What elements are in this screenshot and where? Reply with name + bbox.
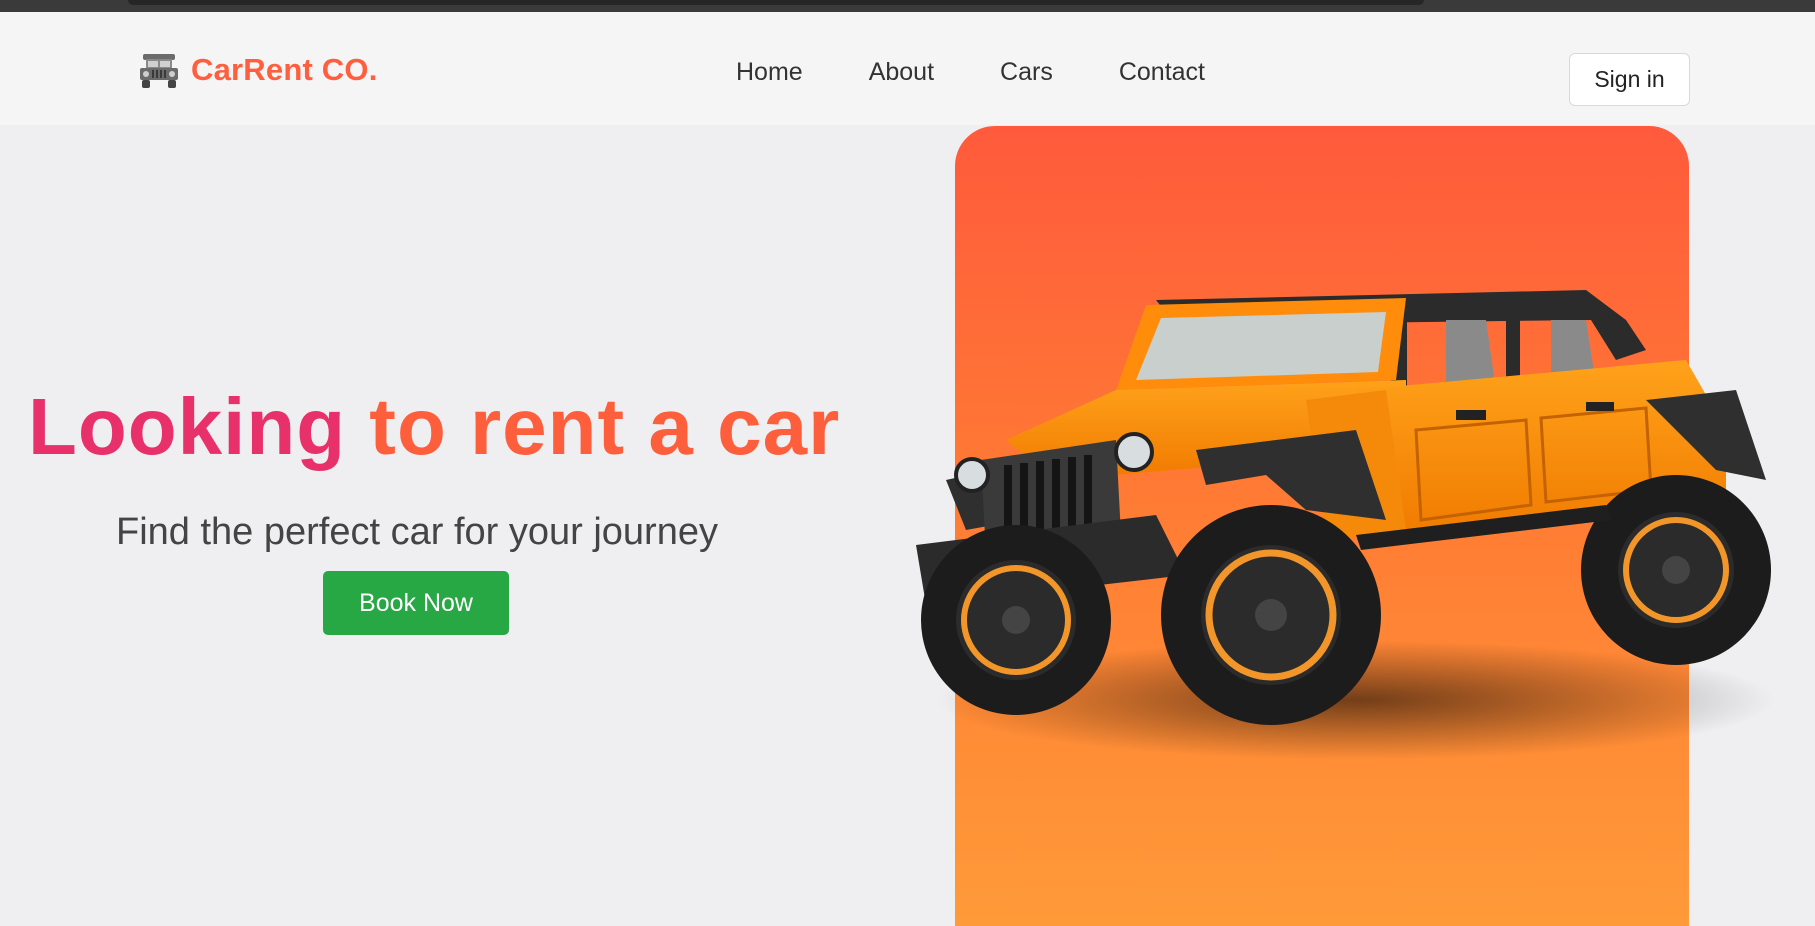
nav-link-contact[interactable]: Contact [1119,52,1205,93]
headline-part-1: Looking [28,382,347,471]
main-nav: Home About Cars Contact [736,52,1205,93]
browser-top-strip [0,0,1815,12]
orange-jeep-image [886,280,1786,760]
brand-name: CarRent CO. [191,52,378,87]
hero-headline: Looking to rent a car [28,387,840,467]
book-now-button[interactable]: Book Now [323,571,509,635]
nav-link-home[interactable]: Home [736,52,803,93]
nav-link-cars[interactable]: Cars [1000,52,1053,93]
browser-tab-bar [128,0,1424,5]
jeep-illustration [916,290,1776,760]
navbar: CarRent CO. Home About Cars Contact Sign… [0,12,1815,125]
hero-text-section: Looking to rent a car Find the perfect c… [0,125,880,902]
nav-link-about[interactable]: About [869,52,934,93]
headline-part-2: to rent a car [369,382,841,471]
brand-logo[interactable]: CarRent CO. [137,50,378,90]
jeep-icon [140,54,178,88]
hero-subtitle: Find the perfect car for your journey [116,511,718,553]
sign-in-button[interactable]: Sign in [1569,53,1690,106]
